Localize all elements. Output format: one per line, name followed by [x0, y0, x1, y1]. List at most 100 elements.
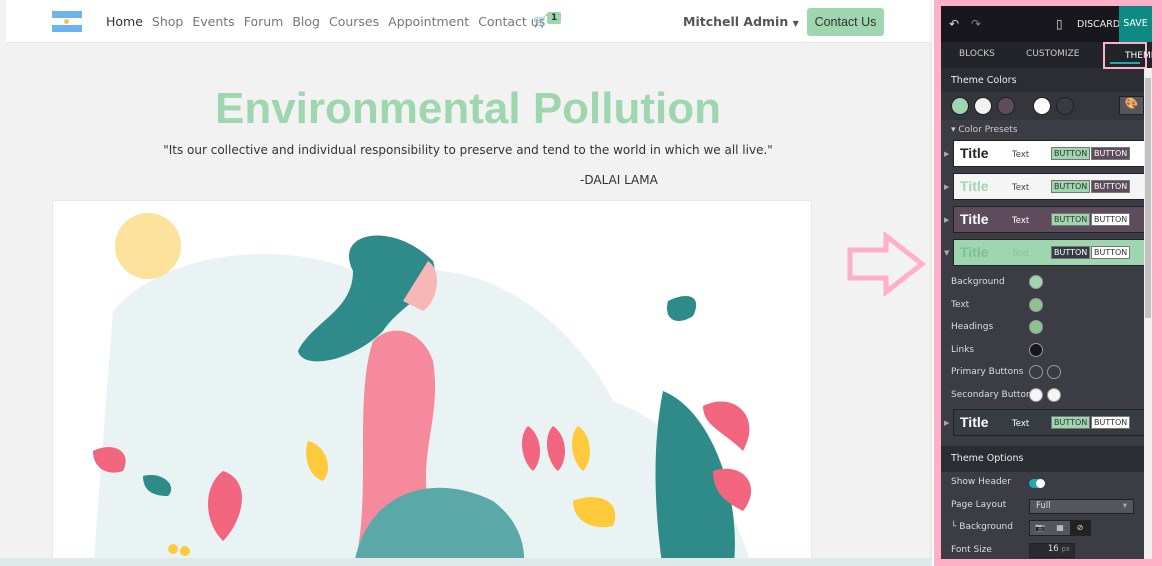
caret-right-icon: ▶ [944, 216, 950, 224]
top-navbar: Home Shop Events Forum Blog Courses Appointmen… [6, 0, 930, 43]
page-layout-option: Page Layout Full ▾ [941, 495, 1152, 518]
tab-theme-label: THEME [1125, 51, 1152, 61]
preset-primary-button: BUTTON [1051, 213, 1091, 226]
page-title: Environmental Pollution [214, 84, 722, 133]
preset-color-text: Text [941, 295, 1152, 318]
caret-down-icon: ▼ [792, 19, 799, 28]
theme-color-swatch[interactable] [1056, 97, 1074, 115]
color-swatch[interactable] [1047, 387, 1061, 402]
preset-title: Title [960, 178, 989, 194]
theme-color-swatch[interactable] [974, 97, 992, 115]
undo-icon[interactable]: ↶ [949, 17, 959, 31]
tab-blocks[interactable]: BLOCKS [959, 49, 995, 59]
panel-scrollbar[interactable] [1144, 68, 1152, 559]
font-size-value: 16 [1047, 543, 1059, 554]
website-preview: Home Shop Events Forum Blog Courses Appointmen… [0, 0, 932, 566]
user-menu[interactable]: Mitchell Admin ▼ [683, 14, 799, 29]
color-preset[interactable]: ▶ Title Text BUTTON BUTTON [944, 409, 1150, 436]
user-name: Mitchell Admin [683, 14, 789, 29]
preset-secondary-button: BUTTON [1091, 416, 1131, 429]
cart-count-badge: 1 [547, 12, 562, 24]
show-header-option: Show Header [941, 472, 1152, 495]
cart-icon[interactable]: 🛒 [533, 14, 548, 28]
site-logo[interactable] [52, 11, 82, 32]
color-swatch[interactable] [1029, 342, 1043, 357]
caret-down-icon: ▾ [1122, 500, 1127, 511]
background-label: └ Background [951, 522, 1013, 532]
color-preset[interactable]: ▶ Title Text BUTTON BUTTON [944, 173, 1150, 200]
font-size-option: Font Size 16 px [941, 540, 1152, 560]
preset-color-links: Links [941, 340, 1152, 363]
illustration-card [52, 200, 812, 566]
editor-sidebar-highlight: ↶ ↷ ▯ DISCARD SAVE BLOCKS CUSTOMIZE THEM… [934, 0, 1162, 566]
theme-color-swatch[interactable] [951, 97, 969, 115]
color-preset[interactable]: ▶ Title Text BUTTON BUTTON [944, 140, 1150, 167]
palette-icon[interactable]: 🎨 [1119, 96, 1144, 115]
bottom-bar [0, 558, 932, 566]
page-layout-select[interactable]: Full ▾ [1029, 498, 1134, 514]
color-swatch[interactable] [1029, 275, 1043, 289]
preset-primary-button: BUTTON [1051, 246, 1091, 259]
preset-secondary-button: BUTTON [1091, 180, 1131, 193]
preset-text: Text [1012, 216, 1030, 226]
nav-item-home[interactable]: Home [106, 14, 143, 29]
redo-icon[interactable]: ↷ [971, 17, 981, 31]
quote-text: "Its our collective and individual respo… [163, 143, 773, 157]
color-preset[interactable]: ▶ Title Text BUTTON BUTTON [944, 206, 1150, 233]
theme-color-swatch[interactable] [997, 97, 1015, 115]
theme-options-heading: Theme Options [941, 446, 1152, 472]
preset-color-background: Background [941, 272, 1152, 295]
contact-us-button[interactable]: Contact Us [807, 8, 884, 36]
caret-right-icon: ▶ [944, 150, 950, 158]
discard-button[interactable]: DISCARD [1077, 19, 1120, 30]
none-icon[interactable]: ⊘ [1070, 521, 1090, 535]
nav-item-blog[interactable]: Blog [292, 14, 320, 29]
color-swatch[interactable] [1047, 365, 1061, 379]
save-button[interactable]: SAVE [1119, 6, 1152, 42]
preset-primary-button: BUTTON [1051, 180, 1091, 193]
tab-customize[interactable]: CUSTOMIZE [1026, 49, 1079, 59]
preset-color-label: Links [951, 344, 975, 355]
mobile-preview-icon[interactable]: ▯ [1056, 17, 1063, 31]
color-preset[interactable]: ▼ Title Text BUTTON BUTTON [944, 239, 1150, 266]
editor-toolbar: ↶ ↷ ▯ DISCARD SAVE [941, 6, 1152, 42]
preset-text: Text [1012, 183, 1030, 193]
page-scrollbar[interactable] [930, 43, 932, 566]
theme-color-swatch[interactable] [1033, 97, 1051, 115]
color-swatch[interactable] [1029, 320, 1043, 334]
nav-item-shop[interactable]: Shop [152, 14, 183, 29]
preset-title: Title [960, 414, 989, 430]
preset-secondary-button: BUTTON [1091, 213, 1131, 226]
caret-right-icon: ▶ [944, 183, 950, 191]
caret-down-icon: ▼ [944, 249, 950, 257]
pattern-icon[interactable]: ▦ [1050, 521, 1070, 535]
color-swatch[interactable] [1029, 387, 1043, 402]
preset-color-label: Headings [951, 322, 994, 332]
preset-title: Title [960, 244, 989, 260]
nav-item-forum[interactable]: Forum [244, 14, 284, 29]
camera-icon[interactable]: 📷 [1030, 521, 1050, 535]
tab-theme[interactable]: THEME [1103, 42, 1152, 69]
preset-color-label: Primary Buttons [951, 367, 1024, 377]
color-swatch[interactable] [1029, 365, 1043, 379]
font-size-label: Font Size [951, 544, 992, 555]
show-header-toggle[interactable] [1029, 479, 1045, 488]
nav-item-appointment[interactable]: Appointment [388, 14, 469, 29]
quote-author: -DALAI LAMA [580, 173, 658, 187]
preset-color-label: Secondary Buttons [951, 389, 1037, 400]
main-menu: Home Shop Events Forum Blog Courses Appointmen… [106, 14, 554, 29]
preset-title: Title [960, 145, 989, 161]
editor-tabs: BLOCKS CUSTOMIZE THEME [941, 42, 1152, 69]
arrow-right-icon [847, 232, 926, 296]
preset-text: Text [1012, 249, 1030, 259]
color-presets-toggle[interactable]: ▾ Color Presets [941, 120, 1152, 140]
theme-editor-panel: ↶ ↷ ▯ DISCARD SAVE BLOCKS CUSTOMIZE THEM… [941, 6, 1152, 559]
preset-color-label: Background [951, 277, 1005, 287]
color-swatch[interactable] [1029, 297, 1043, 312]
page-layout-label: Page Layout [951, 499, 1007, 510]
font-size-input[interactable]: 16 px [1029, 542, 1075, 558]
background-option: └ Background 📷 ▦ ⊘ [941, 517, 1152, 540]
nav-item-events[interactable]: Events [192, 14, 234, 29]
preset-text: Text [1012, 150, 1030, 160]
nav-item-courses[interactable]: Courses [329, 14, 379, 29]
